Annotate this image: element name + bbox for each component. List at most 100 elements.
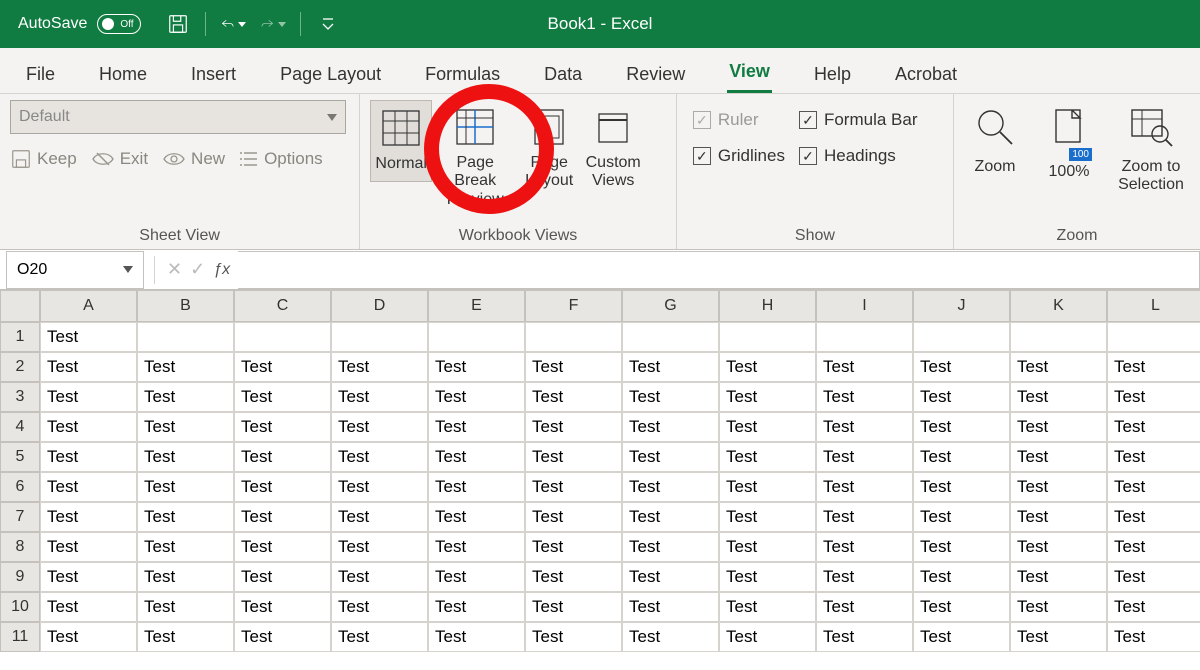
keep-button[interactable]: Keep bbox=[10, 148, 77, 170]
cell[interactable]: Test bbox=[1010, 382, 1107, 412]
cell[interactable]: Test bbox=[622, 622, 719, 652]
cell[interactable]: Test bbox=[1010, 592, 1107, 622]
row-header[interactable]: 11 bbox=[0, 622, 40, 652]
cell[interactable]: Test bbox=[525, 562, 622, 592]
cell[interactable]: Test bbox=[137, 592, 234, 622]
cell[interactable]: Test bbox=[816, 502, 913, 532]
zoom-to-selection-button[interactable]: Zoom to Selection bbox=[1112, 106, 1190, 194]
zoom-button[interactable]: Zoom bbox=[964, 106, 1026, 176]
normal-view-button[interactable]: Normal bbox=[370, 100, 432, 182]
cell[interactable]: Test bbox=[913, 622, 1010, 652]
cell[interactable]: Test bbox=[622, 532, 719, 562]
cell[interactable]: Test bbox=[40, 382, 137, 412]
ruler-checkbox[interactable]: ✓ Ruler bbox=[693, 110, 785, 130]
cell[interactable]: Test bbox=[525, 622, 622, 652]
exit-button[interactable]: Exit bbox=[91, 149, 148, 169]
cell[interactable]: Test bbox=[234, 412, 331, 442]
cell[interactable]: Test bbox=[428, 592, 525, 622]
cell[interactable]: Test bbox=[816, 532, 913, 562]
cell[interactable]: Test bbox=[234, 532, 331, 562]
cell[interactable]: Test bbox=[137, 562, 234, 592]
cell[interactable] bbox=[622, 322, 719, 352]
tab-file[interactable]: File bbox=[24, 56, 57, 93]
column-header[interactable]: A bbox=[40, 290, 137, 322]
gridlines-checkbox[interactable]: ✓ Gridlines bbox=[693, 146, 785, 166]
cell[interactable]: Test bbox=[913, 502, 1010, 532]
cell[interactable]: Test bbox=[428, 412, 525, 442]
cell[interactable]: Test bbox=[719, 562, 816, 592]
cell[interactable]: Test bbox=[622, 472, 719, 502]
cell[interactable]: Test bbox=[331, 532, 428, 562]
cell[interactable]: Test bbox=[1010, 412, 1107, 442]
cell[interactable]: Test bbox=[428, 352, 525, 382]
cell[interactable]: Test bbox=[816, 382, 913, 412]
cell[interactable]: Test bbox=[719, 442, 816, 472]
column-header[interactable]: J bbox=[913, 290, 1010, 322]
cell[interactable]: Test bbox=[913, 532, 1010, 562]
cell[interactable]: Test bbox=[816, 622, 913, 652]
cell[interactable]: Test bbox=[234, 502, 331, 532]
tab-data[interactable]: Data bbox=[542, 56, 584, 93]
cell[interactable]: Test bbox=[913, 412, 1010, 442]
cell[interactable]: Test bbox=[331, 382, 428, 412]
cell[interactable]: Test bbox=[622, 382, 719, 412]
cell[interactable]: Test bbox=[428, 532, 525, 562]
column-header[interactable]: I bbox=[816, 290, 913, 322]
cell[interactable]: Test bbox=[1107, 502, 1200, 532]
cell[interactable]: Test bbox=[137, 502, 234, 532]
column-header[interactable]: H bbox=[719, 290, 816, 322]
cell[interactable]: Test bbox=[331, 622, 428, 652]
cell[interactable]: Test bbox=[234, 592, 331, 622]
tab-insert[interactable]: Insert bbox=[189, 56, 238, 93]
cell[interactable]: Test bbox=[137, 472, 234, 502]
cell[interactable]: Test bbox=[331, 562, 428, 592]
cell[interactable]: Test bbox=[622, 442, 719, 472]
row-header[interactable]: 10 bbox=[0, 592, 40, 622]
cell[interactable]: Test bbox=[137, 382, 234, 412]
cell[interactable] bbox=[137, 322, 234, 352]
cell[interactable]: Test bbox=[816, 442, 913, 472]
zoom-100-button[interactable]: 100 100% bbox=[1038, 106, 1100, 181]
cell[interactable]: Test bbox=[40, 352, 137, 382]
cell[interactable]: Test bbox=[622, 592, 719, 622]
cell[interactable] bbox=[719, 322, 816, 352]
cell[interactable] bbox=[1010, 322, 1107, 352]
cell[interactable]: Test bbox=[719, 352, 816, 382]
cell[interactable]: Test bbox=[816, 412, 913, 442]
cell[interactable]: Test bbox=[525, 472, 622, 502]
cell[interactable]: Test bbox=[1010, 352, 1107, 382]
page-break-preview-button[interactable]: Page Break Preview bbox=[434, 100, 516, 217]
redo-button[interactable] bbox=[260, 12, 286, 36]
column-header[interactable]: F bbox=[525, 290, 622, 322]
cell[interactable]: Test bbox=[428, 442, 525, 472]
cell[interactable]: Test bbox=[525, 412, 622, 442]
fx-icon[interactable]: ƒx bbox=[213, 261, 230, 279]
qat-customize-button[interactable] bbox=[315, 12, 341, 36]
cell[interactable]: Test bbox=[234, 562, 331, 592]
new-button[interactable]: New bbox=[162, 149, 225, 169]
cell[interactable]: Test bbox=[234, 622, 331, 652]
cell[interactable]: Test bbox=[913, 442, 1010, 472]
cell[interactable]: Test bbox=[331, 592, 428, 622]
tab-help[interactable]: Help bbox=[812, 56, 853, 93]
cell[interactable]: Test bbox=[622, 562, 719, 592]
cell[interactable]: Test bbox=[719, 502, 816, 532]
cell[interactable]: Test bbox=[1107, 532, 1200, 562]
cell[interactable]: Test bbox=[1107, 352, 1200, 382]
column-header[interactable]: L bbox=[1107, 290, 1200, 322]
cell[interactable]: Test bbox=[40, 622, 137, 652]
cell[interactable]: Test bbox=[913, 352, 1010, 382]
cell[interactable]: Test bbox=[1010, 442, 1107, 472]
save-button[interactable] bbox=[165, 12, 191, 36]
cell[interactable]: Test bbox=[525, 592, 622, 622]
cell[interactable]: Test bbox=[137, 622, 234, 652]
row-header[interactable]: 8 bbox=[0, 532, 40, 562]
cell[interactable]: Test bbox=[40, 412, 137, 442]
cell[interactable]: Test bbox=[428, 502, 525, 532]
cell[interactable]: Test bbox=[1010, 472, 1107, 502]
column-header[interactable]: G bbox=[622, 290, 719, 322]
cell[interactable]: Test bbox=[525, 502, 622, 532]
tab-formulas[interactable]: Formulas bbox=[423, 56, 502, 93]
cell[interactable]: Test bbox=[913, 382, 1010, 412]
options-button[interactable]: Options bbox=[239, 149, 323, 169]
